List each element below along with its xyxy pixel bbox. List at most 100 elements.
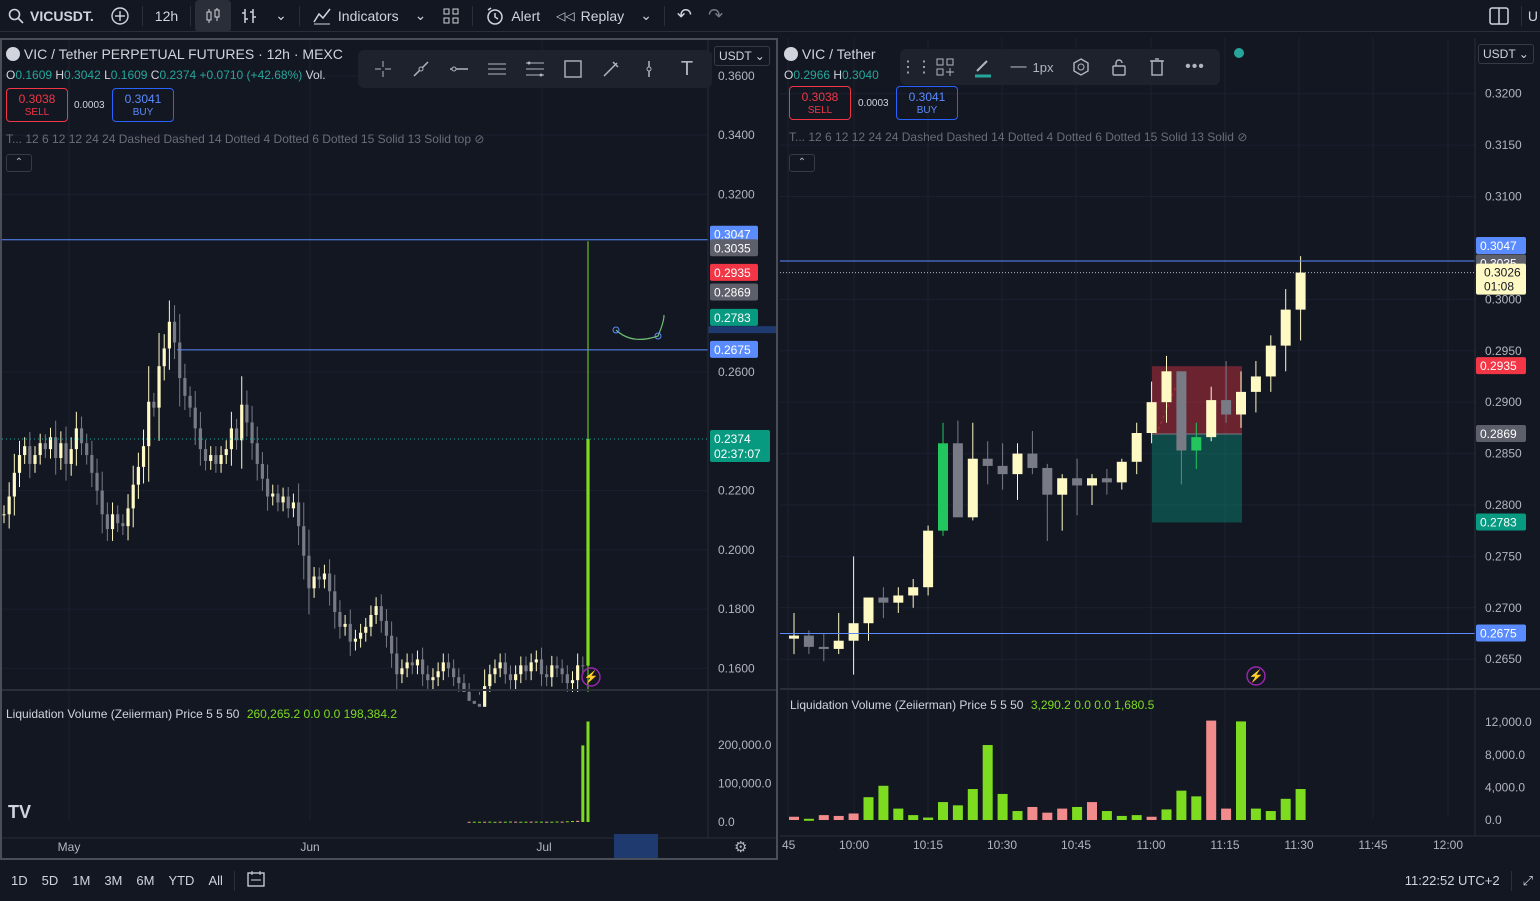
buy-price: 0.3041	[124, 92, 162, 106]
trash-icon	[1150, 58, 1164, 76]
range-ytd-button[interactable]: YTD	[161, 873, 201, 888]
line-color-button[interactable]	[964, 50, 1002, 84]
tradingview-logo[interactable]: TV	[8, 802, 31, 823]
delete-button[interactable]	[1138, 50, 1176, 84]
candle-body	[364, 626, 368, 633]
line-width-button[interactable]: — 1px	[1002, 50, 1062, 84]
brush-tool[interactable]	[592, 52, 630, 86]
left-chart-pane[interactable]: 0.3600 0.3400 0.3200 0.2600 0.2200 0.2000 0.18…	[0, 38, 778, 860]
volume-bar	[1206, 720, 1217, 820]
right-collapse-legend-button[interactable]: ⌃	[789, 154, 815, 172]
parallel-channel-tool[interactable]	[478, 52, 516, 86]
symbol-search[interactable]: VICUSDT.	[0, 0, 102, 32]
compare-button[interactable]	[102, 0, 138, 32]
text-tool[interactable]: T	[668, 52, 706, 86]
sell-price: 0.3038	[18, 92, 56, 106]
eye-off-icon[interactable]: ⊘	[1237, 130, 1247, 144]
pencil-icon	[975, 60, 991, 78]
volume-axis-label: 12,000.0	[1485, 715, 1532, 729]
fullscreen-button[interactable]: ⤢	[1516, 873, 1540, 889]
left-collapse-legend-button[interactable]: ⌃	[6, 154, 32, 172]
countdown-tag: 02:37:07	[714, 447, 761, 461]
left-buy-button[interactable]: 0.3041 BUY	[112, 88, 174, 122]
alert-button[interactable]: Alert	[477, 0, 548, 32]
settings-gear-icon[interactable]: ⚙	[734, 838, 747, 856]
candle-body	[64, 443, 68, 464]
indicators-dropdown[interactable]: ⌄	[407, 0, 435, 32]
right-chart-canvas[interactable]: 0.32000.31500.31000.30000.29500.29000.28…	[780, 38, 1540, 860]
settings-button[interactable]	[1062, 50, 1100, 84]
rectangle-tool[interactable]	[554, 52, 592, 86]
line-width-label: 1px	[1032, 59, 1054, 75]
left-change: +0.0710 (+42.68%)	[199, 68, 303, 82]
drag-handle-icon[interactable]: ⋮⋮	[900, 50, 932, 84]
time-axis-label: 11:30	[1284, 838, 1313, 852]
more-button[interactable]: •••	[1176, 50, 1214, 84]
replay-label: Replay	[580, 7, 625, 24]
undo-button[interactable]: ↶	[669, 0, 700, 32]
range-all-button[interactable]: All	[201, 873, 229, 888]
left-currency-unit-select[interactable]: USDT ⌄	[714, 46, 770, 66]
user-menu[interactable]: U	[1526, 0, 1540, 32]
range-1d-button[interactable]: 1D	[4, 873, 35, 888]
vertical-line-tool[interactable]	[630, 52, 668, 86]
candle-body	[265, 478, 270, 497]
left-indicator-legend[interactable]: T... 12 6 12 12 24 24 Dashed Dashed 14 D…	[6, 132, 484, 146]
indicators-button[interactable]: Indicators	[304, 0, 407, 32]
chevron-down-icon: ⌄	[414, 7, 427, 23]
crosshair-tool[interactable]	[364, 52, 402, 86]
range-1m-button[interactable]: 1M	[65, 873, 97, 888]
candle-body	[514, 674, 518, 681]
range-3m-button[interactable]: 3M	[97, 873, 129, 888]
fib-tool[interactable]	[516, 52, 554, 86]
range-5d-button[interactable]: 5D	[35, 873, 66, 888]
lock-button[interactable]	[1100, 50, 1138, 84]
candle-body	[240, 404, 244, 441]
right-volume-legend[interactable]: Liquidation Volume (Zeiierman) Price 5 5…	[790, 698, 1154, 712]
right-sell-button[interactable]: 0.3038 SELL	[789, 86, 851, 120]
candle-body	[400, 668, 404, 675]
left-close: 0.2374	[159, 68, 197, 82]
horizontal-ray-tool[interactable]	[440, 52, 478, 86]
left-chart-title[interactable]: VIC / Tether PERPETUAL FUTURES · 12h · M…	[24, 46, 343, 62]
volume-bar	[1101, 811, 1112, 820]
candle-body	[410, 662, 414, 666]
candle-body	[281, 496, 285, 503]
replay-dropdown[interactable]: ⌄	[632, 0, 660, 32]
volume-bar	[818, 815, 829, 820]
settings-hexagon-icon	[1073, 58, 1089, 76]
candle-body	[576, 665, 580, 681]
interval-button[interactable]: 12h	[147, 0, 186, 32]
template-grid-icon	[936, 58, 954, 76]
symbol-name: VICUSDT.	[30, 7, 94, 24]
clock-timezone-button[interactable]: 11:22:52 UTC+2	[1398, 873, 1507, 888]
right-indicator-legend[interactable]: T... 12 6 12 12 24 24 Dashed Dashed 14 D…	[789, 130, 1247, 144]
candle-body	[157, 366, 161, 408]
right-chart-pane[interactable]: 0.3200 0.3150 0.3100 0.3000 0.2950 0.2900 0.28…	[780, 38, 1540, 860]
eye-off-icon[interactable]: ⊘	[474, 132, 484, 146]
divider	[1510, 870, 1512, 891]
layout-split-button[interactable]	[1481, 0, 1517, 32]
right-currency-unit-select[interactable]: USDT ⌄	[1478, 44, 1534, 64]
range-6m-button[interactable]: 6M	[129, 873, 161, 888]
volume-value: 1,680.5	[1114, 698, 1155, 712]
replay-button[interactable]: ◁◁ Replay	[548, 0, 632, 32]
redo-button[interactable]: ↷	[700, 0, 731, 32]
candles-chart-type-button[interactable]	[195, 0, 232, 32]
template-button[interactable]	[926, 50, 964, 84]
volume-bar	[1087, 802, 1097, 820]
right-buy-button[interactable]: 0.3041 BUY	[896, 86, 958, 120]
trend-line-tool[interactable]	[402, 52, 440, 86]
left-volume-legend[interactable]: Liquidation Volume (Zeiierman) Price 5 5…	[6, 707, 397, 721]
layouts-button[interactable]	[434, 0, 468, 32]
right-chart-title[interactable]: VIC / Tether	[802, 46, 876, 62]
bars-chart-type-button[interactable]	[231, 0, 267, 32]
volume-bar	[848, 813, 859, 820]
crosshair-icon	[375, 61, 391, 77]
volume-value: 260,265.2	[246, 707, 301, 721]
chart-type-dropdown[interactable]: ⌄	[267, 0, 295, 32]
date-range-button[interactable]	[239, 870, 273, 891]
left-sell-button[interactable]: 0.3038 SELL	[6, 88, 68, 122]
divider	[663, 5, 665, 26]
left-chart-canvas[interactable]: 0.3600 0.3400 0.3200 0.2600 0.2200 0.2000 0.18…	[2, 40, 776, 858]
